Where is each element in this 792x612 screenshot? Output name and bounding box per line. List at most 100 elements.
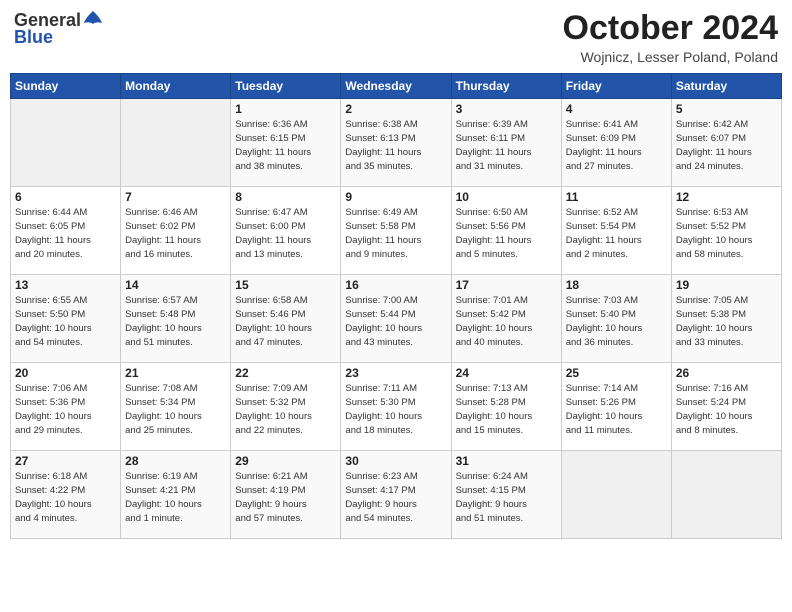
calendar-cell: 28 Sunrise: 6:19 AM Sunset: 4:21 PM Dayli… [121, 451, 231, 539]
calendar-header-row: SundayMondayTuesdayWednesdayThursdayFrid… [11, 74, 782, 99]
calendar-cell: 31 Sunrise: 6:24 AM Sunset: 4:15 PM Dayli… [451, 451, 561, 539]
day-info: Sunrise: 6:57 AM Sunset: 5:48 PM Dayligh… [125, 294, 226, 349]
calendar-cell: 5 Sunrise: 6:42 AM Sunset: 6:07 PM Daylig… [671, 99, 781, 187]
day-number: 10 [456, 190, 557, 204]
day-number: 21 [125, 366, 226, 380]
calendar-cell: 13Sunrise: 6:55 AM Sunset: 5:50 PM Dayli… [11, 275, 121, 363]
calendar-cell: 9Sunrise: 6:49 AM Sunset: 5:58 PM Daylig… [341, 187, 451, 275]
day-number: 28 [125, 454, 226, 468]
day-info: Sunrise: 7:06 AM Sunset: 5:36 PM Dayligh… [15, 382, 116, 437]
day-number: 18 [566, 278, 667, 292]
day-info: Sunrise: 6:39 AM Sunset: 6:11 PM Dayligh… [456, 118, 557, 173]
calendar-cell: 17 Sunrise: 7:01 AM Sunset: 5:42 PM Dayli… [451, 275, 561, 363]
calendar-cell: 21 Sunrise: 7:08 AM Sunset: 5:34 PM Dayli… [121, 363, 231, 451]
day-info: Sunrise: 6:46 AM Sunset: 6:02 PM Dayligh… [125, 206, 226, 261]
day-info: Sunrise: 6:24 AM Sunset: 4:15 PM Dayligh… [456, 470, 557, 525]
title-block: October 2024 Wojnicz, Lesser Poland, Pol… [563, 10, 778, 65]
calendar-cell: 16Sunrise: 7:00 AM Sunset: 5:44 PM Dayli… [341, 275, 451, 363]
calendar-week-row: 27Sunrise: 6:18 AM Sunset: 4:22 PM Dayli… [11, 451, 782, 539]
day-number: 25 [566, 366, 667, 380]
day-number: 13 [15, 278, 116, 292]
calendar-cell: 23Sunrise: 7:11 AM Sunset: 5:30 PM Dayli… [341, 363, 451, 451]
day-info: Sunrise: 7:14 AM Sunset: 5:26 PM Dayligh… [566, 382, 667, 437]
calendar-cell: 29 Sunrise: 6:21 AM Sunset: 4:19 PM Dayli… [231, 451, 341, 539]
calendar-cell: 22Sunrise: 7:09 AM Sunset: 5:32 PM Dayli… [231, 363, 341, 451]
day-number: 20 [15, 366, 116, 380]
day-number: 7 [125, 190, 226, 204]
day-info: Sunrise: 6:42 AM Sunset: 6:07 PM Dayligh… [676, 118, 777, 173]
day-number: 24 [456, 366, 557, 380]
day-info: Sunrise: 7:05 AM Sunset: 5:38 PM Dayligh… [676, 294, 777, 349]
calendar-cell: 20 Sunrise: 7:06 AM Sunset: 5:36 PM Dayli… [11, 363, 121, 451]
day-info: Sunrise: 6:53 AM Sunset: 5:52 PM Dayligh… [676, 206, 777, 261]
day-number: 2 [345, 102, 446, 116]
calendar-cell: 2 Sunrise: 6:38 AM Sunset: 6:13 PM Daylig… [341, 99, 451, 187]
day-number: 19 [676, 278, 777, 292]
calendar-cell: 8 Sunrise: 6:47 AM Sunset: 6:00 PM Daylig… [231, 187, 341, 275]
header-cell-wednesday: Wednesday [341, 74, 451, 99]
calendar-cell: 27Sunrise: 6:18 AM Sunset: 4:22 PM Dayli… [11, 451, 121, 539]
header-cell-thursday: Thursday [451, 74, 561, 99]
day-info: Sunrise: 6:41 AM Sunset: 6:09 PM Dayligh… [566, 118, 667, 173]
header-cell-sunday: Sunday [11, 74, 121, 99]
day-number: 6 [15, 190, 116, 204]
day-info: Sunrise: 6:38 AM Sunset: 6:13 PM Dayligh… [345, 118, 446, 173]
day-number: 15 [235, 278, 336, 292]
calendar-cell: 12 Sunrise: 6:53 AM Sunset: 5:52 PM Dayli… [671, 187, 781, 275]
calendar-cell: 10Sunrise: 6:50 AM Sunset: 5:56 PM Dayli… [451, 187, 561, 275]
calendar-cell [671, 451, 781, 539]
logo-blue-text: Blue [14, 27, 53, 48]
day-number: 12 [676, 190, 777, 204]
calendar-cell: 6 Sunrise: 6:44 AM Sunset: 6:05 PM Daylig… [11, 187, 121, 275]
logo-icon [82, 9, 104, 31]
day-info: Sunrise: 6:36 AM Sunset: 6:15 PM Dayligh… [235, 118, 336, 173]
day-info: Sunrise: 6:49 AM Sunset: 5:58 PM Dayligh… [345, 206, 446, 261]
calendar-cell: 3Sunrise: 6:39 AM Sunset: 6:11 PM Daylig… [451, 99, 561, 187]
day-info: Sunrise: 7:16 AM Sunset: 5:24 PM Dayligh… [676, 382, 777, 437]
day-info: Sunrise: 7:13 AM Sunset: 5:28 PM Dayligh… [456, 382, 557, 437]
calendar-cell: 4 Sunrise: 6:41 AM Sunset: 6:09 PM Daylig… [561, 99, 671, 187]
calendar-week-row: 6 Sunrise: 6:44 AM Sunset: 6:05 PM Daylig… [11, 187, 782, 275]
day-info: Sunrise: 7:03 AM Sunset: 5:40 PM Dayligh… [566, 294, 667, 349]
day-info: Sunrise: 7:01 AM Sunset: 5:42 PM Dayligh… [456, 294, 557, 349]
calendar-cell: 7 Sunrise: 6:46 AM Sunset: 6:02 PM Daylig… [121, 187, 231, 275]
header-cell-saturday: Saturday [671, 74, 781, 99]
calendar-cell: 11 Sunrise: 6:52 AM Sunset: 5:54 PM Dayli… [561, 187, 671, 275]
day-info: Sunrise: 6:21 AM Sunset: 4:19 PM Dayligh… [235, 470, 336, 525]
calendar-cell [561, 451, 671, 539]
day-number: 1 [235, 102, 336, 116]
calendar-cell: 30Sunrise: 6:23 AM Sunset: 4:17 PM Dayli… [341, 451, 451, 539]
day-info: Sunrise: 6:19 AM Sunset: 4:21 PM Dayligh… [125, 470, 226, 525]
calendar-table: SundayMondayTuesdayWednesdayThursdayFrid… [10, 73, 782, 539]
calendar-cell: 15 Sunrise: 6:58 AM Sunset: 5:46 PM Dayli… [231, 275, 341, 363]
day-info: Sunrise: 7:11 AM Sunset: 5:30 PM Dayligh… [345, 382, 446, 437]
day-number: 29 [235, 454, 336, 468]
day-number: 11 [566, 190, 667, 204]
day-info: Sunrise: 6:52 AM Sunset: 5:54 PM Dayligh… [566, 206, 667, 261]
location-title: Wojnicz, Lesser Poland, Poland [563, 49, 778, 65]
calendar-cell: 25 Sunrise: 7:14 AM Sunset: 5:26 PM Dayli… [561, 363, 671, 451]
day-number: 8 [235, 190, 336, 204]
day-info: Sunrise: 7:08 AM Sunset: 5:34 PM Dayligh… [125, 382, 226, 437]
page-header: General Blue October 2024 Wojnicz, Lesse… [10, 10, 782, 65]
calendar-cell: 26Sunrise: 7:16 AM Sunset: 5:24 PM Dayli… [671, 363, 781, 451]
header-cell-monday: Monday [121, 74, 231, 99]
day-info: Sunrise: 6:58 AM Sunset: 5:46 PM Dayligh… [235, 294, 336, 349]
calendar-cell: 1 Sunrise: 6:36 AM Sunset: 6:15 PM Daylig… [231, 99, 341, 187]
logo: General Blue [14, 10, 104, 48]
header-cell-tuesday: Tuesday [231, 74, 341, 99]
month-title: October 2024 [563, 10, 778, 47]
calendar-cell: 19 Sunrise: 7:05 AM Sunset: 5:38 PM Dayli… [671, 275, 781, 363]
day-number: 5 [676, 102, 777, 116]
day-number: 4 [566, 102, 667, 116]
header-cell-friday: Friday [561, 74, 671, 99]
day-info: Sunrise: 6:47 AM Sunset: 6:00 PM Dayligh… [235, 206, 336, 261]
calendar-week-row: 20 Sunrise: 7:06 AM Sunset: 5:36 PM Dayli… [11, 363, 782, 451]
day-number: 30 [345, 454, 446, 468]
day-number: 17 [456, 278, 557, 292]
day-info: Sunrise: 6:44 AM Sunset: 6:05 PM Dayligh… [15, 206, 116, 261]
day-number: 31 [456, 454, 557, 468]
calendar-cell [11, 99, 121, 187]
day-number: 27 [15, 454, 116, 468]
day-info: Sunrise: 7:09 AM Sunset: 5:32 PM Dayligh… [235, 382, 336, 437]
